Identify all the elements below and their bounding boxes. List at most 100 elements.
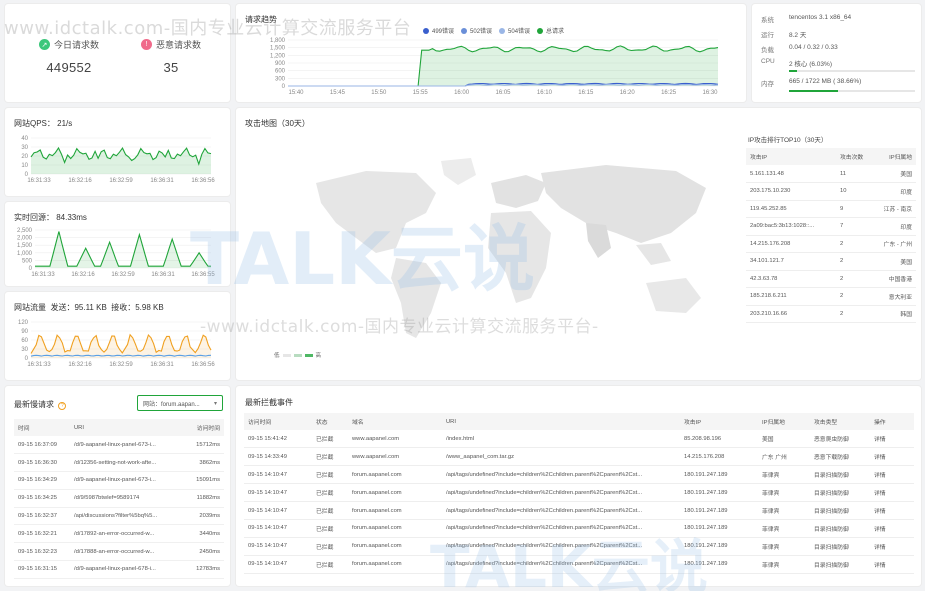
ev-cell-ip: 180.191.247.189 [680,537,758,556]
ev-cell-ip: 85.208.98.196 [680,430,758,449]
events-title: 最新拦截事件 [245,398,293,407]
ev-cell-status: 已拦截 [312,430,348,449]
ip-cell-address: 185.218.6.211 [746,287,836,306]
trend-ytick: 300 [275,76,286,82]
slow-row: 09-15 16:31:15/d/9-aapanel-linux-panel-6… [14,560,224,579]
ip-cell-location: 美国 [878,252,916,271]
ip-cell-location: 中国香港 [878,270,916,288]
ip-row: 14.215.176.208 2 广东 - 广州 [746,235,916,253]
trend-xtick: 15:55 [413,90,429,96]
ip-cell-count: 2 [836,235,878,253]
ev-detail-link[interactable]: 详情 [870,537,914,556]
ev-cell-type: 目录扫描防御 [810,555,870,574]
ev-cell-ip: 14.215.176.208 [680,447,758,467]
ev-cell-domain: forum.aapanel.com [348,465,442,485]
traffic-ytick: 90 [21,329,28,335]
slow-cell-uri: /d/9/5987btwlef=9589174 [70,489,186,508]
qps-xtick: 16:31:33 [27,178,51,184]
chart-icon: ↗ [38,39,50,50]
ev-cell-type: 目录扫描防御 [810,501,870,520]
slow-cell-time: 09-15 16:31:15 [14,560,70,579]
slow-header-duration: 访问时间 [186,419,224,436]
today-requests-stat: ↗ 今日请求数 449552 [19,38,119,75]
slow-cell-duration: 3440ms [186,524,224,544]
qps-xtick: 16:32:59 [109,178,133,184]
traffic-xtick: 16:32:16 [68,362,92,368]
qps-ytick: 10 [21,163,28,169]
slow-cell-uri: /d/17892-an-error-occurred-w... [70,524,186,544]
ev-detail-link[interactable]: 详情 [870,519,914,538]
map-region-africa [488,211,551,303]
ev-header-domain: 域名 [348,413,442,430]
ev-cell-domain: www.aapanel.com [348,430,442,449]
slow-cell-duration: 15712ms [186,436,224,455]
slow-cell-uri: /d/9-aapanel-linux-panel-673-i... [70,436,186,455]
ev-cell-uri: /api/tags/undefined?include=children%2Cc… [442,519,680,538]
resp-xtick: 16:32:16 [71,272,95,278]
ev-cell-location: 菲律宾 [758,519,810,538]
trend-title: 请求趋势 [245,15,277,24]
trend-xtick: 16:05 [495,90,511,96]
traffic-ytick: 30 [21,347,28,353]
ev-cell-domain: forum.aapanel.com [348,519,442,538]
slow-row: 09-15 16:34:25/d/9/5987btwlef=9589174 118… [14,489,224,508]
ip-row: 119.45.252.85 9 江苏 - 南京 [746,200,916,218]
event-row: 09-15 15:41:42 已拦截 www.aapanel.com/index.h… [244,430,914,449]
slow-cell-uri: /d/12356-setting-not-work-afte... [70,453,186,473]
event-row: 09-15 14:10:47 已拦截 forum.aapanel.com/api/t… [244,501,914,520]
trend-total-area [288,45,718,86]
trend-ytick: 1,200 [270,53,286,59]
ev-cell-uri: /index.html [442,430,680,449]
map-legend: 低 高 [274,353,322,359]
ev-detail-link[interactable]: 详情 [870,555,914,574]
malicious-requests-value: 35 [163,60,179,75]
trend-xtick: 16:15 [578,90,594,96]
chevron-down-icon: ▾ [213,400,217,407]
resp-ytick: 500 [22,258,33,264]
ev-cell-status: 已拦截 [312,465,348,485]
ip-cell-count: 2 [836,287,878,306]
ev-cell-status: 已拦截 [312,519,348,538]
ev-cell-time: 09-15 14:10:47 [244,537,312,556]
map-region-southeast-asia [636,243,671,265]
attack-map-card: 攻击地图（30天） 低 高 IP攻击排行TOP10（30天） 攻击IP 攻击次数… [236,108,921,380]
request-stats-card: ↗ 今日请求数 449552 ! 恶意请求数 35 [5,4,230,102]
event-row: 09-15 14:10:47 已拦截 forum.aapanel.com/api/t… [244,537,914,556]
sys-memory-row: 内存 665 / 1722 MB ( 38.66%) [761,78,862,88]
ip-cell-count: 7 [836,217,878,236]
ip-row: 203.175.10.230 10 印度 [746,182,916,201]
ip-row: 203.210.16.66 2 韩国 [746,305,916,323]
ev-cell-ip: 180.191.247.189 [680,483,758,503]
ev-cell-ip: 180.191.247.189 [680,501,758,520]
cpu-progress-bar [789,70,915,72]
ev-detail-link[interactable]: 详情 [870,465,914,485]
response-chart: 2,500 2,000 1,500 1,000 500 0 16:31:33 16:32:16… [5,224,230,286]
help-icon[interactable]: ? [58,402,67,410]
trend-ytick: 900 [275,61,286,67]
ev-detail-link[interactable]: 详情 [870,483,914,503]
trend-xtick: 16:25 [661,90,677,96]
slow-cell-time: 09-15 16:34:25 [14,489,70,508]
today-requests-label: 今日请求数 [53,40,99,50]
event-row: 09-15 14:10:47 已拦截 forum.aapanel.com/api/t… [244,465,914,485]
ip-cell-address: 42.3.63.78 [746,270,836,288]
site-select[interactable]: 网站：forum.aapan... ▾ [137,395,223,411]
slow-row: 09-15 16:37:09/d/9-aapanel-linux-panel-6… [14,436,224,455]
world-map [316,158,706,338]
ev-header-ip: 攻击IP [680,413,758,430]
ev-cell-domain: forum.aapanel.com [348,537,442,556]
ev-detail-link[interactable]: 详情 [870,430,914,449]
ip-cell-address: 34.101.121.7 [746,252,836,271]
ev-detail-link[interactable]: 详情 [870,501,914,520]
ev-header-type: 攻击类型 [810,413,870,430]
sys-uptime-row: 运行 8.2 天 [761,32,807,39]
ev-detail-link[interactable]: 详情 [870,447,914,467]
ip-row: 42.3.63.78 2 中国香港 [746,270,916,288]
ip-cell-location: 印度 [878,182,916,201]
ip-header-ip: 攻击IP [746,148,836,165]
malicious-requests-stat: ! 恶意请求数 35 [121,38,221,75]
trend-ytick: 0 [282,84,286,90]
traffic-xtick: 16:31:33 [27,362,51,368]
response-card: 实时回源： 84.33ms 2,500 2,000 1,500 1,000 500 0 16… [5,202,230,286]
site-select-value: 网站：forum.aapan... [143,401,200,408]
